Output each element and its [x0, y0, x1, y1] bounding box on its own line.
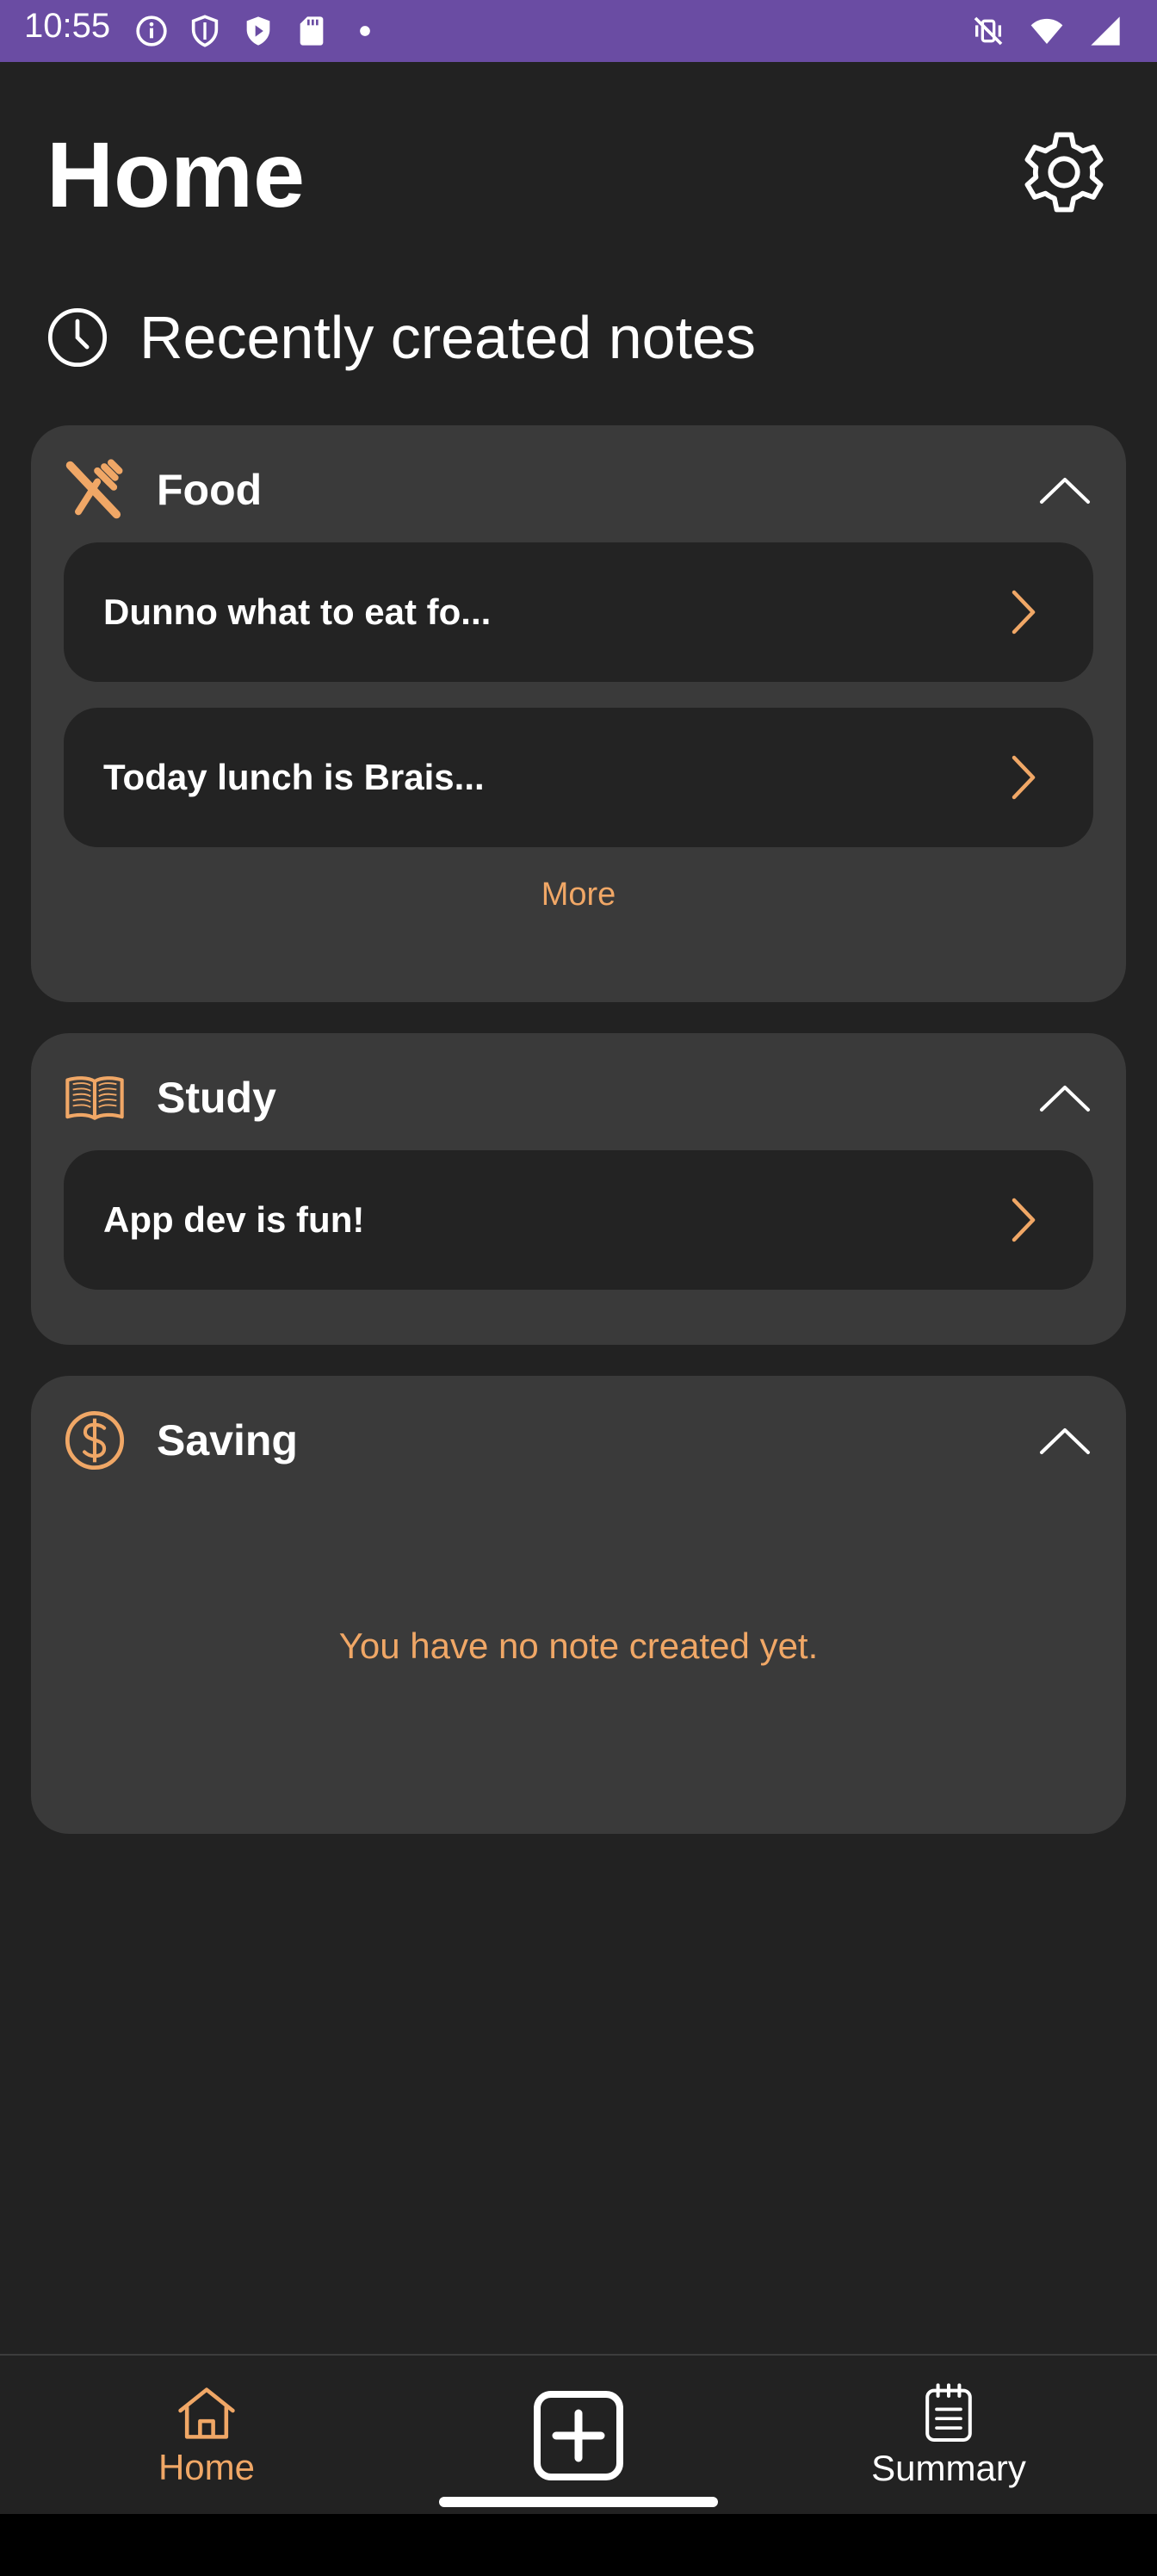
note-item[interactable]: Today lunch is Brais... — [64, 708, 1093, 847]
nav-home-label: Home — [158, 2447, 256, 2487]
empty-notes-message: You have no note created yet. — [338, 1625, 819, 1666]
dot-icon — [360, 26, 370, 36]
mute-vibrate-icon — [974, 16, 1003, 46]
add-square-icon — [534, 2391, 623, 2480]
category-title: Saving — [157, 1416, 298, 1464]
shield-icon — [191, 15, 219, 47]
page-title: Home — [46, 122, 306, 226]
note-title: Today lunch is Brais... — [103, 757, 485, 797]
status-bar: 10:55 — [0, 0, 1157, 62]
chevron-right-icon — [1012, 755, 1036, 800]
cell-signal-icon — [1091, 16, 1120, 46]
chevron-up-icon[interactable] — [1035, 1415, 1095, 1466]
utensils-icon — [65, 459, 123, 519]
category-card-saving: Saving You have no note created yet. — [31, 1376, 1126, 1834]
status-right-icons — [971, 14, 1123, 48]
nav-home[interactable]: Home — [112, 2356, 301, 2516]
system-gesture-area — [0, 2514, 1157, 2576]
note-title: App dev is fun! — [103, 1199, 365, 1240]
dollar-icon — [65, 1410, 125, 1471]
status-left-icons — [134, 14, 382, 48]
category-header-study[interactable]: Study — [62, 1059, 1095, 1136]
chevron-right-icon — [1012, 590, 1036, 635]
chevron-up-icon[interactable] — [1035, 464, 1095, 516]
note-title: Dunno what to eat fo... — [103, 591, 492, 632]
category-card-food: Food Dunno what to eat fo... Today lunch… — [31, 425, 1126, 1002]
category-header-saving[interactable]: Saving — [62, 1402, 1095, 1479]
chevron-right-icon — [1012, 1198, 1036, 1242]
more-link[interactable]: More — [31, 876, 1126, 913]
category-header-food[interactable]: Food — [62, 451, 1095, 529]
note-item[interactable]: Dunno what to eat fo... — [64, 542, 1093, 682]
category-title: Food — [157, 466, 263, 514]
gesture-handle[interactable] — [439, 2497, 718, 2507]
gear-icon[interactable] — [1014, 122, 1114, 222]
info-icon — [136, 15, 167, 46]
category-card-study: Study App dev is fun! — [31, 1033, 1126, 1345]
bottom-navigation: Home Summary — [0, 2354, 1157, 2514]
status-time: 10:55 — [24, 7, 111, 45]
sd-card-icon — [300, 16, 324, 46]
recent-notes-header: Recently created notes — [45, 303, 756, 372]
category-title: Study — [157, 1074, 276, 1122]
recent-notes-title: Recently created notes — [139, 304, 756, 371]
notepad-icon — [925, 2383, 972, 2443]
book-icon — [65, 1076, 124, 1120]
home-icon — [178, 2387, 235, 2439]
nav-summary-label: Summary — [871, 2448, 1026, 2488]
add-note-button[interactable] — [527, 2356, 630, 2516]
wifi-icon — [1030, 18, 1063, 44]
clock-icon — [47, 307, 108, 368]
nav-summary[interactable]: Summary — [854, 2356, 1043, 2516]
play-protect-icon — [246, 16, 270, 46]
note-item[interactable]: App dev is fun! — [64, 1150, 1093, 1290]
chevron-up-icon[interactable] — [1035, 1072, 1095, 1124]
